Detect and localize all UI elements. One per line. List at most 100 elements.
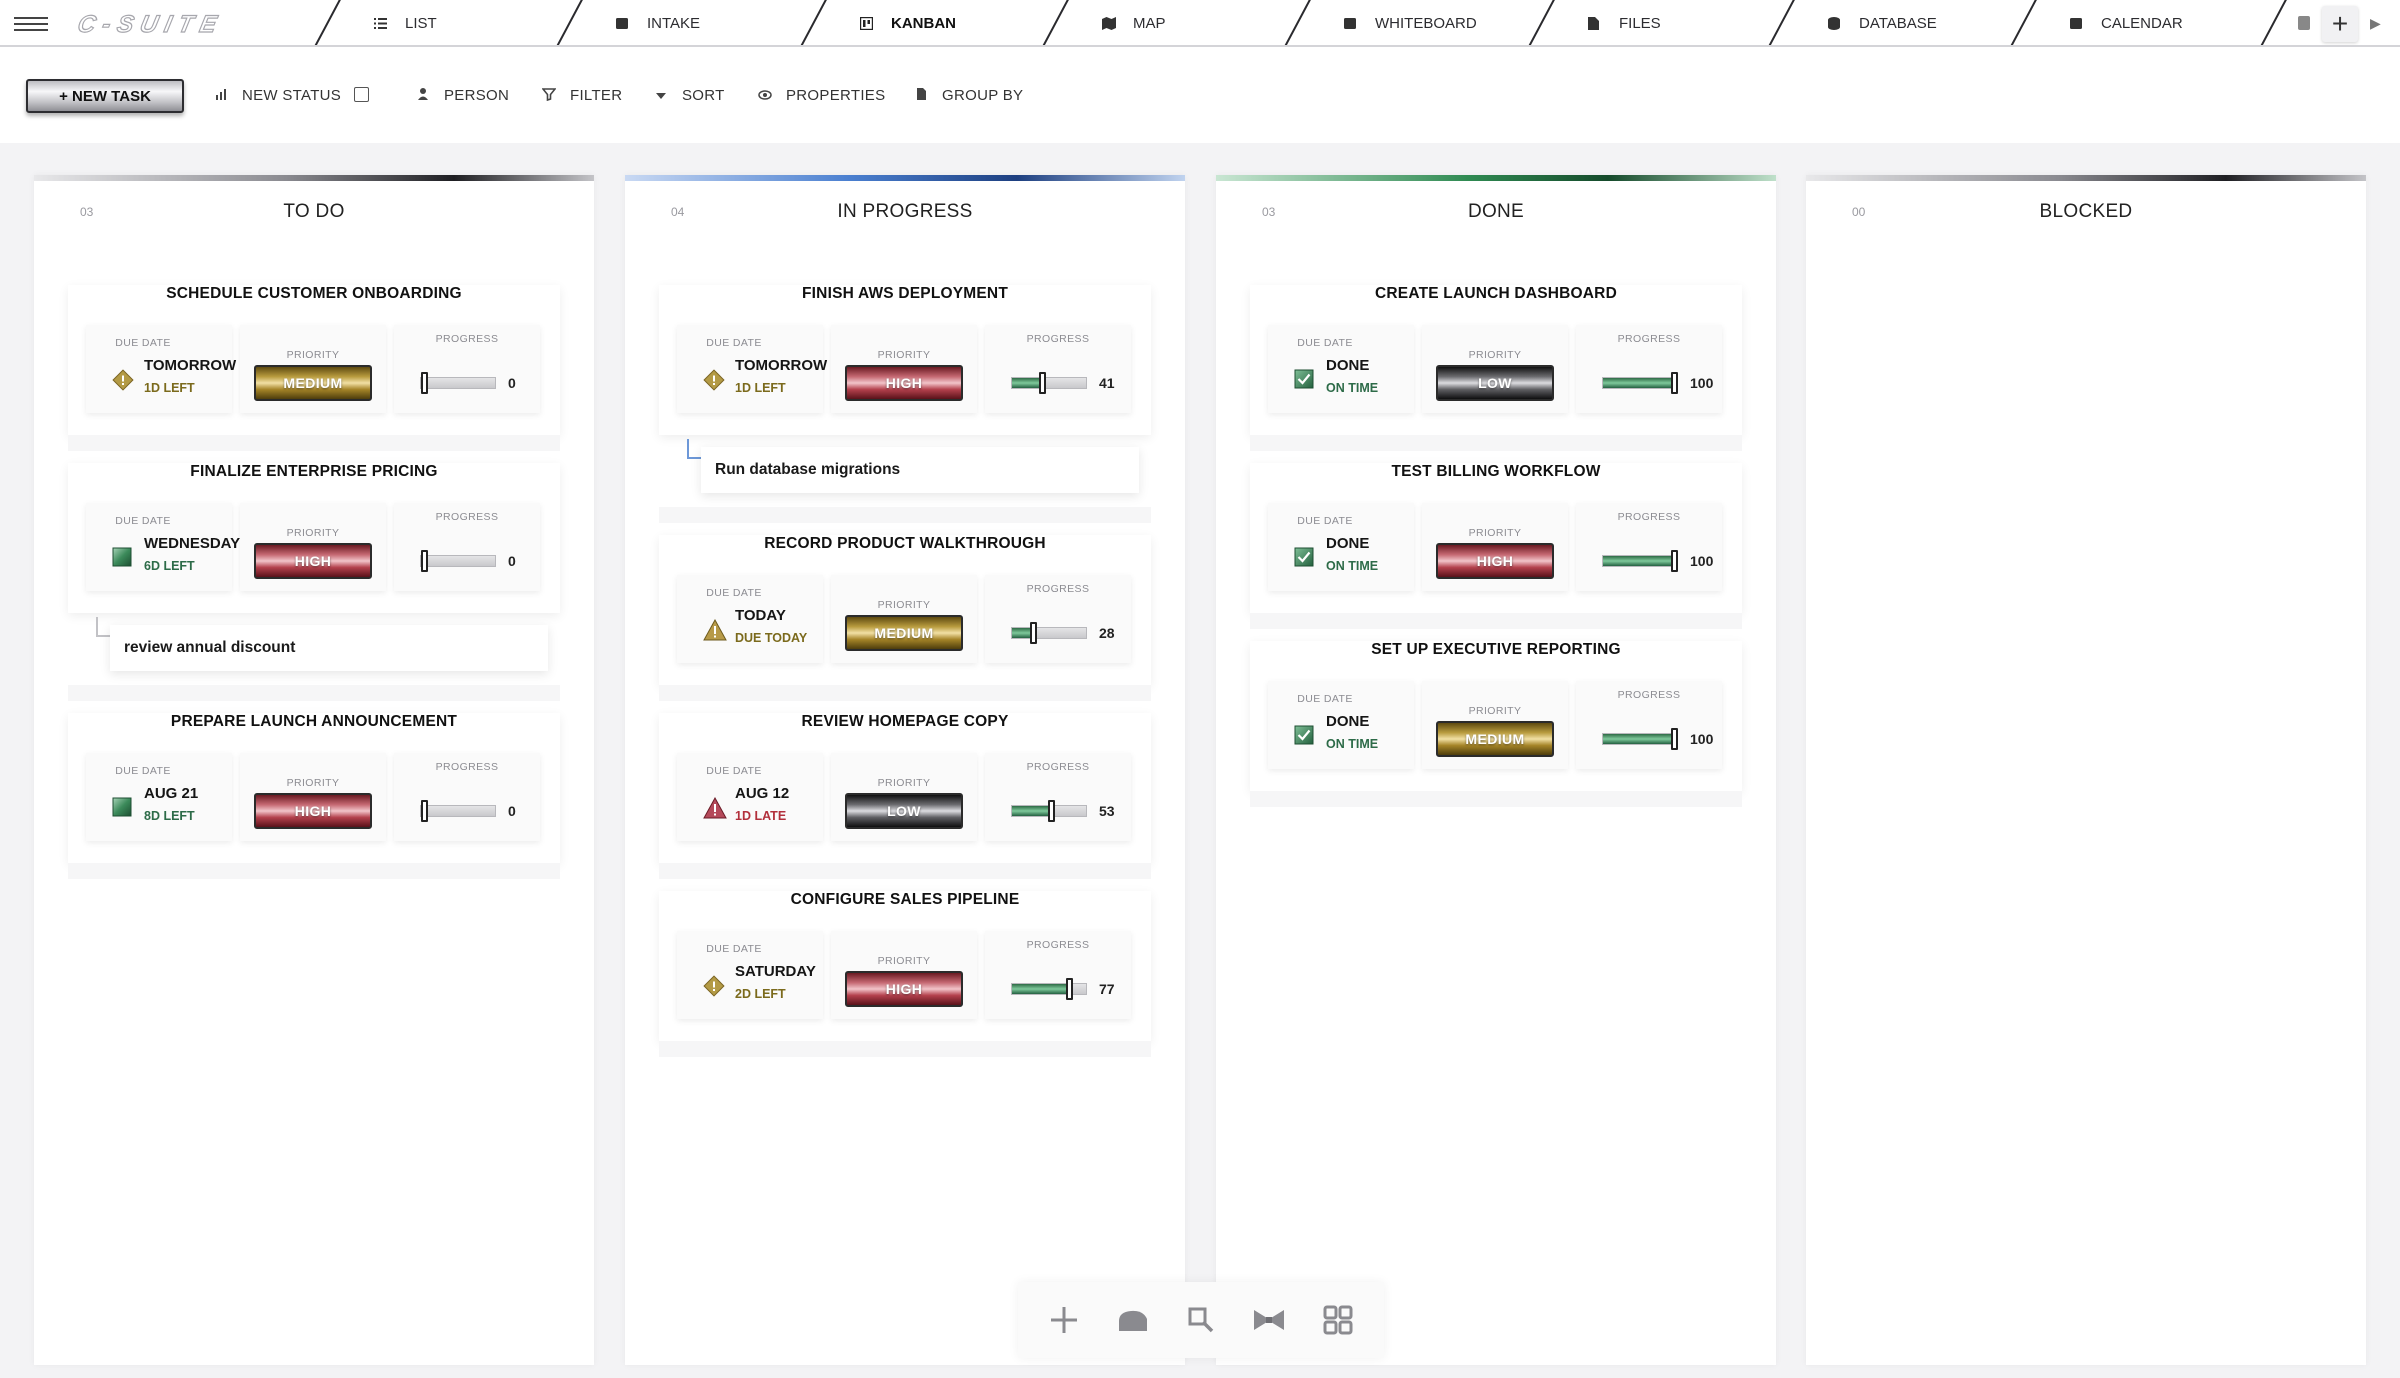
due-date-cell[interactable]: DUE DATE TOMORROW 1D LEFT [86,325,236,413]
task-card[interactable]: CREATE LAUNCH DASHBOARD DUE DATE DONE ON TI… [1250,285,1742,435]
progress-slider-thumb[interactable] [1671,728,1679,750]
tab-overflow-icon[interactable] [2298,16,2310,30]
task-card[interactable]: RECORD PRODUCT WALKTHROUGH DUE DATE TODAY D… [659,535,1151,685]
task-title[interactable]: REVIEW HOMEPAGE COPY [659,713,1151,731]
progress-cell[interactable]: PROGRESS 100 [1576,325,1722,413]
subtask-item[interactable]: Run database migrations [701,447,1139,493]
new-status-checkbox[interactable] [354,87,369,102]
task-title[interactable]: PREPARE LAUNCH ANNOUNCEMENT [68,713,560,731]
priority-badge[interactable]: LOW [845,793,963,829]
task-card[interactable]: SET UP EXECUTIVE REPORTING DUE DATE DONE ON… [1250,641,1742,791]
progress-slider[interactable] [1011,800,1087,822]
task-title[interactable]: SCHEDULE CUSTOMER ONBOARDING [68,285,560,303]
progress-cell[interactable]: PROGRESS 100 [1576,681,1722,769]
due-date-cell[interactable]: DUE DATE TODAY DUE TODAY [677,575,823,663]
task-title[interactable]: RECORD PRODUCT WALKTHROUGH [659,535,1151,553]
priority-badge[interactable]: MEDIUM [1436,721,1554,757]
due-date-cell[interactable]: DUE DATE DONE ON TIME [1268,503,1414,591]
progress-slider-thumb[interactable] [1671,550,1679,572]
task-card[interactable]: SCHEDULE CUSTOMER ONBOARDING DUE DATE TOMO… [68,285,560,435]
priority-badge[interactable]: HIGH [1436,543,1554,579]
priority-badge[interactable]: MEDIUM [845,615,963,651]
progress-slider[interactable] [420,800,496,822]
priority-cell[interactable]: PRIORITY MEDIUM [1422,681,1568,769]
progress-cell[interactable]: PROGRESS 77 [985,931,1131,1019]
progress-cell[interactable]: PROGRESS 53 [985,753,1131,841]
progress-slider[interactable] [1011,978,1087,1000]
progress-slider-thumb[interactable] [420,800,428,822]
filter-button[interactable]: FILTER [541,83,622,107]
progress-slider-thumb[interactable] [420,372,428,394]
cloud-icon[interactable] [1115,1302,1151,1338]
task-card[interactable]: REVIEW HOMEPAGE COPY DUE DATE AUG 12 1D LAT… [659,713,1151,863]
priority-badge[interactable]: HIGH [254,793,372,829]
due-date-cell[interactable]: DUE DATE TOMORROW 1D LEFT [677,325,827,413]
priority-badge[interactable]: MEDIUM [254,365,372,401]
plus-icon[interactable] [1046,1302,1082,1338]
task-card[interactable]: CONFIGURE SALES PIPELINE DUE DATE SATURDAY… [659,891,1151,1041]
priority-cell[interactable]: PRIORITY MEDIUM [240,325,386,413]
progress-slider[interactable] [1602,550,1679,572]
add-tab-button[interactable]: + [2322,6,2358,42]
progress-cell[interactable]: PROGRESS 41 [985,325,1131,413]
tab-intake[interactable]: INTAKE [588,0,700,45]
group-by-button[interactable]: GROUP BY [914,83,1023,107]
due-date-cell[interactable]: DUE DATE AUG 12 1D LATE [677,753,823,841]
priority-cell[interactable]: PRIORITY HIGH [1422,503,1568,591]
person-button[interactable]: PERSON [416,83,509,107]
priority-cell[interactable]: PRIORITY HIGH [831,931,977,1019]
progress-slider[interactable] [1602,728,1679,750]
scroll-right-icon[interactable]: ▶ [2370,12,2386,34]
task-title[interactable]: FINALIZE ENTERPRISE PRICING [68,463,560,481]
tab-files[interactable]: FILES [1560,0,1661,45]
progress-slider[interactable] [1011,372,1087,394]
priority-cell[interactable]: PRIORITY MEDIUM [831,575,977,663]
progress-cell[interactable]: PROGRESS 28 [985,575,1131,663]
subtask-item[interactable]: review annual discount [110,625,548,671]
due-date-cell[interactable]: DUE DATE SATURDAY 2D LEFT [677,931,823,1019]
task-card[interactable]: PREPARE LAUNCH ANNOUNCEMENT DUE DATE AUG 2… [68,713,560,863]
progress-slider[interactable] [420,550,496,572]
tab-calendar[interactable]: CALENDAR [2042,0,2183,45]
priority-cell[interactable]: PRIORITY LOW [1422,325,1568,413]
new-task-button[interactable]: + NEW TASK [26,79,184,113]
due-date-cell[interactable]: DUE DATE AUG 21 8D LEFT [86,753,232,841]
due-date-cell[interactable]: DUE DATE DONE ON TIME [1268,681,1414,769]
progress-slider[interactable] [420,372,496,394]
progress-cell[interactable]: PROGRESS 0 [394,325,540,413]
tab-database[interactable]: DATABASE [1800,0,1937,45]
task-card[interactable]: TEST BILLING WORKFLOW DUE DATE DONE ON TIME… [1250,463,1742,613]
search-icon[interactable] [1183,1302,1219,1338]
task-title[interactable]: CONFIGURE SALES PIPELINE [659,891,1151,909]
new-status-button[interactable]: NEW STATUS [214,83,341,107]
task-title[interactable]: SET UP EXECUTIVE REPORTING [1250,641,1742,659]
menu-icon[interactable] [14,14,52,34]
tab-kanban[interactable]: KANBAN [832,0,956,45]
progress-slider-thumb[interactable] [1029,622,1037,644]
tab-list[interactable]: LIST [346,0,437,45]
progress-cell[interactable]: PROGRESS 0 [394,503,540,591]
priority-badge[interactable]: HIGH [845,365,963,401]
priority-badge[interactable]: HIGH [845,971,963,1007]
task-card[interactable]: FINALIZE ENTERPRISE PRICING DUE DATE WEDNE… [68,463,560,613]
priority-cell[interactable]: PRIORITY HIGH [240,503,386,591]
progress-slider-thumb[interactable] [420,550,428,572]
tab-whiteboard[interactable]: WHITEBOARD [1316,0,1477,45]
bowtie-icon[interactable] [1251,1302,1287,1338]
progress-slider-thumb[interactable] [1671,372,1679,394]
due-date-cell[interactable]: DUE DATE DONE ON TIME [1268,325,1414,413]
priority-badge[interactable]: HIGH [254,543,372,579]
sort-button[interactable]: SORT [654,83,725,107]
progress-slider[interactable] [1011,622,1087,644]
due-date-cell[interactable]: DUE DATE WEDNESDAY 6D LEFT [86,503,240,591]
tab-map[interactable]: MAP [1074,0,1166,45]
priority-cell[interactable]: PRIORITY HIGH [240,753,386,841]
task-card[interactable]: FINISH AWS DEPLOYMENT DUE DATE TOMORROW 1D … [659,285,1151,435]
grid-icon[interactable] [1320,1302,1356,1338]
progress-cell[interactable]: PROGRESS 100 [1576,503,1722,591]
task-title[interactable]: FINISH AWS DEPLOYMENT [659,285,1151,303]
task-title[interactable]: CREATE LAUNCH DASHBOARD [1250,285,1742,303]
progress-cell[interactable]: PROGRESS 0 [394,753,540,841]
priority-badge[interactable]: LOW [1436,365,1554,401]
progress-slider[interactable] [1602,372,1679,394]
